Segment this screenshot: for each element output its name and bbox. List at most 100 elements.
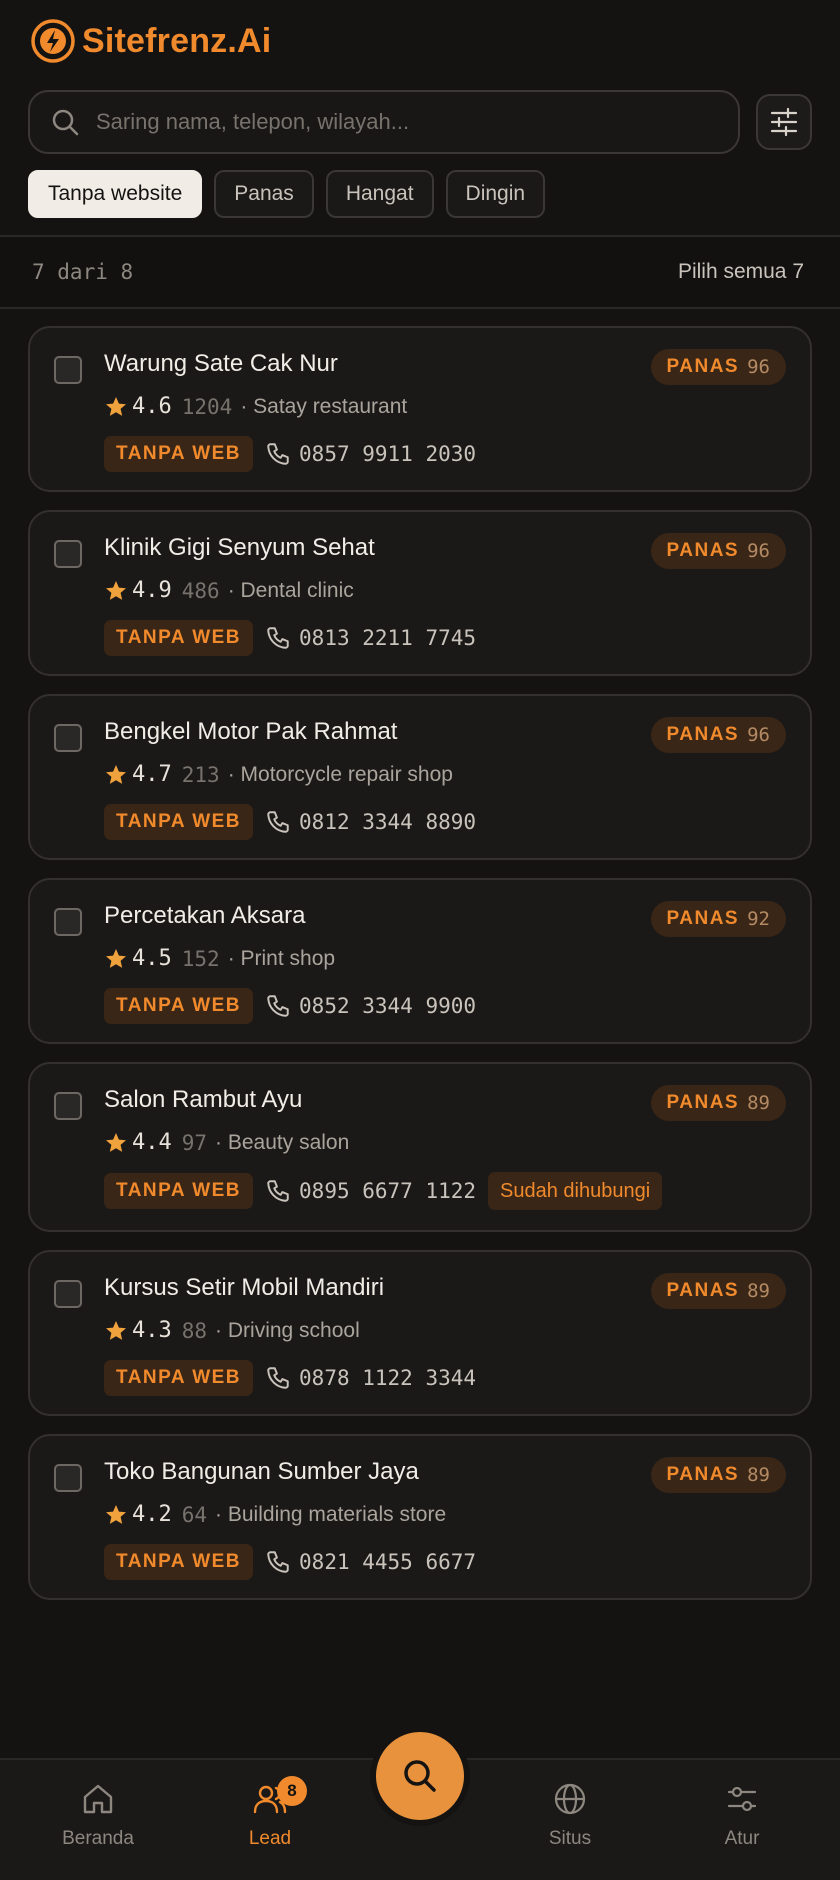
chip-panas[interactable]: Panas xyxy=(214,170,314,218)
star-icon xyxy=(106,764,126,784)
score-value: 89 xyxy=(747,1092,770,1114)
lead-category: · Driving school xyxy=(215,1318,360,1342)
score-badge: PANAS 89 xyxy=(650,1457,786,1493)
no-website-badge: TANPA WEB xyxy=(104,1360,254,1396)
select-all-button[interactable]: Pilih semua 7 xyxy=(678,260,804,284)
phone-number: 0812 3344 8890 xyxy=(299,810,477,834)
lead-category: · Motorcycle repair shop xyxy=(227,762,453,786)
nav-label: Situs xyxy=(548,1828,592,1849)
review-count: 88 xyxy=(181,1318,208,1343)
search-fab[interactable] xyxy=(370,1726,470,1826)
contacted-badge: Sudah dihubungi xyxy=(488,1172,663,1210)
lead-name: Klinik Gigi Senyum Sehat xyxy=(104,534,375,561)
phone-link[interactable]: 0878 1122 3344 xyxy=(265,1365,476,1391)
chip-dingin[interactable]: Dingin xyxy=(445,170,546,218)
phone-link[interactable]: 0812 3344 8890 xyxy=(265,809,476,835)
lead-card[interactable]: Klinik Gigi Senyum Sehat PANAS 96 4.9 48… xyxy=(28,510,812,676)
phone-link[interactable]: 0852 3344 9900 xyxy=(265,993,476,1019)
nav-label: Atur xyxy=(724,1828,760,1849)
phone-number: 0821 4455 6677 xyxy=(299,1550,477,1574)
star-icon xyxy=(106,1320,126,1340)
lead-card[interactable]: Bengkel Motor Pak Rahmat PANAS 96 4.7 21… xyxy=(28,694,812,860)
lead-details: TANPA WEB 0895 6677 1122 Sudah dihubungi xyxy=(104,1172,663,1210)
lead-checkbox[interactable] xyxy=(54,1092,82,1120)
globe-icon xyxy=(554,1783,586,1815)
search-icon xyxy=(404,1760,436,1792)
lead-checkbox[interactable] xyxy=(54,540,82,568)
review-count: 97 xyxy=(181,1130,208,1155)
search-input[interactable] xyxy=(96,109,696,135)
lead-card[interactable]: Toko Bangunan Sumber Jaya PANAS 89 4.2 6… xyxy=(28,1434,812,1600)
phone-link[interactable]: 0857 9911 2030 xyxy=(265,441,476,467)
no-website-badge: TANPA WEB xyxy=(104,1173,254,1209)
lead-details: TANPA WEB 0857 9911 2030 xyxy=(104,436,476,472)
nav-label: Beranda xyxy=(62,1828,134,1849)
lead-meta: 4.2 64 · Building materials store xyxy=(104,1502,446,1527)
logo-icon xyxy=(31,19,75,63)
score-badge: PANAS 96 xyxy=(650,349,786,385)
lead-category: · Building materials store xyxy=(215,1502,447,1526)
score-value: 96 xyxy=(747,724,770,746)
nav-label: Lead xyxy=(248,1828,292,1849)
nav-atur[interactable]: Atur xyxy=(677,1780,807,1850)
phone-icon xyxy=(267,995,289,1017)
no-website-badge: TANPA WEB xyxy=(104,1544,254,1580)
review-count: 152 xyxy=(181,946,220,971)
phone-link[interactable]: 0813 2211 7745 xyxy=(265,625,476,651)
lead-category: · Satay restaurant xyxy=(240,394,408,418)
phone-icon xyxy=(267,1367,289,1389)
lead-name: Bengkel Motor Pak Rahmat xyxy=(104,718,398,745)
lead-checkbox[interactable] xyxy=(54,356,82,384)
nav-lead[interactable]: 8 Lead xyxy=(205,1776,335,1850)
lead-card[interactable]: Percetakan Aksara PANAS 92 4.5 152 · Pri… xyxy=(28,878,812,1044)
phone-icon xyxy=(267,811,289,833)
filter-chips: Tanpa website Panas Hangat Dingin xyxy=(28,170,546,218)
phone-number: 0852 3344 9900 xyxy=(299,994,477,1018)
star-icon xyxy=(106,396,126,416)
filter-button[interactable] xyxy=(756,94,812,150)
phone-number: 0813 2211 7745 xyxy=(299,626,477,650)
star-icon xyxy=(106,1132,126,1152)
chip-tanpa-website[interactable]: Tanpa website xyxy=(28,170,203,218)
lead-category: · Print shop xyxy=(227,946,336,970)
lead-name: Toko Bangunan Sumber Jaya xyxy=(104,1458,419,1485)
home-icon xyxy=(83,1784,113,1814)
score-badge: PANAS 96 xyxy=(650,533,786,569)
lead-meta: 4.3 88 · Driving school xyxy=(104,1318,360,1343)
rating-value: 4.3 xyxy=(132,1318,172,1343)
lead-checkbox[interactable] xyxy=(54,908,82,936)
lead-card[interactable]: Salon Rambut Ayu PANAS 89 4.4 97 · Beaut… xyxy=(28,1062,812,1232)
score-label: PANAS xyxy=(666,724,740,745)
score-badge: PANAS 89 xyxy=(650,1273,786,1309)
rating-value: 4.6 xyxy=(132,394,172,419)
phone-icon xyxy=(267,1180,289,1202)
score-badge: PANAS 96 xyxy=(650,717,786,753)
rating-value: 4.4 xyxy=(132,1130,172,1155)
nav-situs[interactable]: Situs xyxy=(505,1780,635,1850)
phone-link[interactable]: 0895 6677 1122 xyxy=(265,1178,476,1204)
lead-checkbox[interactable] xyxy=(54,1280,82,1308)
lead-details: TANPA WEB 0813 2211 7745 xyxy=(104,620,476,656)
nav-beranda[interactable]: Beranda xyxy=(33,1780,163,1850)
no-website-badge: TANPA WEB xyxy=(104,988,254,1024)
lead-checkbox[interactable] xyxy=(54,1464,82,1492)
rating-value: 4.2 xyxy=(132,1502,172,1527)
search-box[interactable] xyxy=(28,90,740,154)
sliders-icon xyxy=(770,107,798,137)
chip-hangat[interactable]: Hangat xyxy=(325,170,434,218)
lead-details: TANPA WEB 0821 4455 6677 xyxy=(104,1544,476,1580)
lead-meta: 4.9 486 · Dental clinic xyxy=(104,578,354,603)
lead-card[interactable]: Warung Sate Cak Nur PANAS 96 4.6 1204 · … xyxy=(28,326,812,492)
lead-checkbox[interactable] xyxy=(54,724,82,752)
lead-name: Salon Rambut Ayu xyxy=(104,1086,303,1113)
lead-meta: 4.4 97 · Beauty salon xyxy=(104,1130,349,1155)
rating-value: 4.9 xyxy=(132,578,172,603)
phone-link[interactable]: 0821 4455 6677 xyxy=(265,1549,476,1575)
lead-name: Percetakan Aksara xyxy=(104,902,306,929)
lead-card[interactable]: Kursus Setir Mobil Mandiri PANAS 89 4.3 … xyxy=(28,1250,812,1416)
result-count: 7 dari 8 xyxy=(32,260,134,284)
lead-count-badge: 8 xyxy=(277,1776,307,1806)
summary-bar: 7 dari 8 Pilih semua 7 xyxy=(0,235,840,309)
no-website-badge: TANPA WEB xyxy=(104,620,254,656)
score-label: PANAS xyxy=(666,908,740,929)
